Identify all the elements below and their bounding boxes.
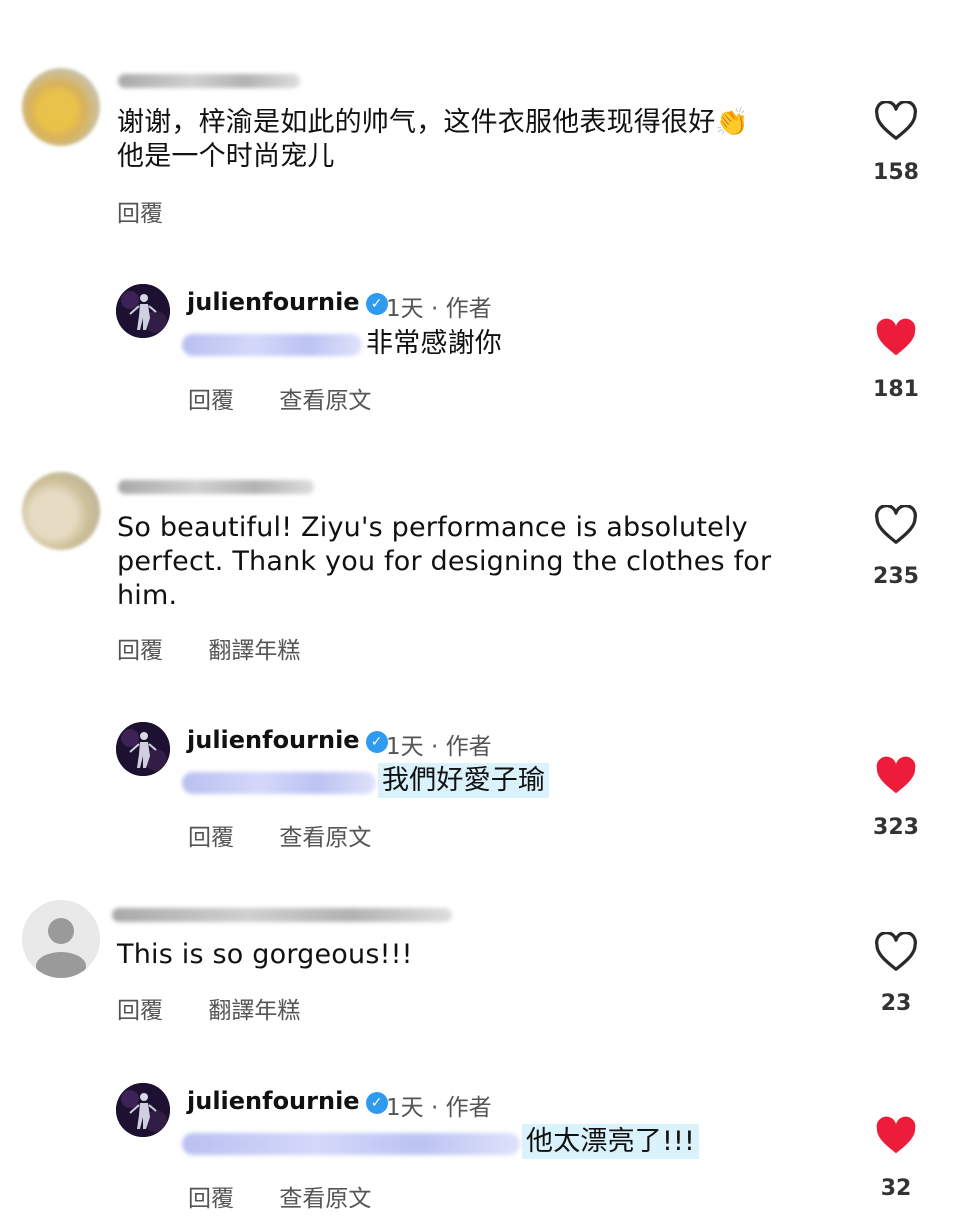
commenter-avatar[interactable] [22, 68, 100, 146]
heart-filled-icon[interactable] [874, 318, 918, 358]
reply-button[interactable]: 回覆 [117, 638, 163, 664]
comment-text-line: So beautiful! Ziyu's performance is abso… [117, 512, 748, 543]
reply-button[interactable]: 回覆 [117, 998, 163, 1024]
author-avatar[interactable] [116, 1083, 170, 1137]
reply-actions: 回覆 查看原文 [188, 1179, 409, 1213]
like-count: 235 [873, 564, 919, 589]
author-username[interactable]: julienfournie ✓ [187, 726, 392, 754]
meta-separator: · [430, 1095, 446, 1121]
reply-meta: 1天 · 作者 [386, 289, 492, 323]
heart-outline-icon[interactable] [874, 505, 918, 545]
reply-text: 他太漂亮了!!! [522, 1124, 700, 1159]
commenter-username-blurred[interactable] [118, 74, 300, 88]
reply-time: 1天 [386, 734, 424, 760]
reply-text: 非常感謝你 [366, 328, 502, 359]
comment-1: 谢谢，梓渝是如此的帅气，这件衣服他表现得很好👏 他是一个时尚宠儿 回覆 158 [0, 0, 959, 240]
like-count: 158 [873, 160, 919, 185]
comment-actions: 回覆 [117, 194, 201, 228]
like-count: 323 [873, 815, 919, 840]
comment-text-line: 谢谢，梓渝是如此的帅气，这件衣服他表现得很好👏 [117, 107, 750, 138]
heart-outline-icon[interactable] [874, 101, 918, 141]
view-original-button[interactable]: 查看原文 [279, 825, 371, 851]
like-count: 32 [880, 1176, 912, 1201]
view-original-button[interactable]: 查看原文 [279, 1186, 371, 1212]
reply-button[interactable]: 回覆 [188, 825, 234, 851]
translate-button[interactable]: 翻譯年糕 [208, 998, 300, 1024]
author-username[interactable]: julienfournie ✓ [187, 1087, 392, 1115]
author-tag: 作者 [445, 296, 492, 322]
comment-actions: 回覆 翻譯年糕 [117, 631, 338, 665]
author-tag: 作者 [445, 1095, 492, 1121]
verified-badge-icon: ✓ [365, 731, 388, 753]
comment-text: This is so gorgeous!!! [117, 938, 413, 972]
reply-actions: 回覆 查看原文 [188, 381, 409, 415]
meta-separator: · [430, 734, 446, 760]
mention-blurred[interactable] [182, 772, 376, 794]
reply-text: 我們好愛子瑜 [378, 763, 550, 798]
like-count: 23 [880, 991, 912, 1016]
comment-actions: 回覆 翻譯年糕 [117, 991, 338, 1025]
reply-button[interactable]: 回覆 [188, 388, 234, 414]
author-username[interactable]: julienfournie ✓ [187, 288, 392, 316]
comment-text-line: perfect. Thank you for designing the clo… [117, 546, 772, 577]
reply-meta: 1天 · 作者 [386, 1088, 492, 1122]
comment-text-line: This is so gorgeous!!! [117, 939, 413, 970]
comment-text: So beautiful! Ziyu's performance is abso… [117, 511, 771, 613]
heart-filled-icon[interactable] [874, 1116, 918, 1156]
comment-text-line: 他是一个时尚宠儿 [117, 141, 335, 172]
reply-button[interactable]: 回覆 [188, 1186, 234, 1212]
reply-actions: 回覆 查看原文 [188, 818, 409, 852]
mention-blurred[interactable] [182, 334, 362, 356]
reply-button[interactable]: 回覆 [117, 201, 163, 227]
verified-badge-icon: ✓ [365, 1092, 388, 1114]
like-count: 181 [873, 377, 919, 402]
verified-badge-icon: ✓ [365, 293, 388, 315]
comment-text-line: him. [117, 580, 178, 611]
commenter-avatar[interactable] [22, 472, 100, 550]
heart-filled-icon[interactable] [874, 756, 918, 796]
commenter-avatar[interactable] [22, 900, 100, 978]
comment-text: 谢谢，梓渝是如此的帅气，这件衣服他表现得很好👏 他是一个时尚宠儿 [117, 106, 749, 174]
author-avatar[interactable] [116, 284, 170, 338]
heart-outline-icon[interactable] [874, 932, 918, 972]
meta-separator: · [430, 296, 446, 322]
reply-time: 1天 [386, 296, 424, 322]
author-tag: 作者 [445, 734, 492, 760]
reply-text-highlight: 他太漂亮了!!! [522, 1124, 700, 1159]
commenter-username-blurred[interactable] [112, 908, 452, 922]
translate-button[interactable]: 翻譯年糕 [208, 638, 300, 664]
commenter-username-blurred[interactable] [118, 480, 314, 494]
reply-meta: 1天 · 作者 [386, 727, 492, 761]
reply-text-highlight: 我們好愛子瑜 [378, 763, 550, 798]
reply-time: 1天 [386, 1095, 424, 1121]
author-avatar[interactable] [116, 722, 170, 776]
view-original-button[interactable]: 查看原文 [279, 388, 371, 414]
mention-blurred[interactable] [182, 1133, 520, 1155]
